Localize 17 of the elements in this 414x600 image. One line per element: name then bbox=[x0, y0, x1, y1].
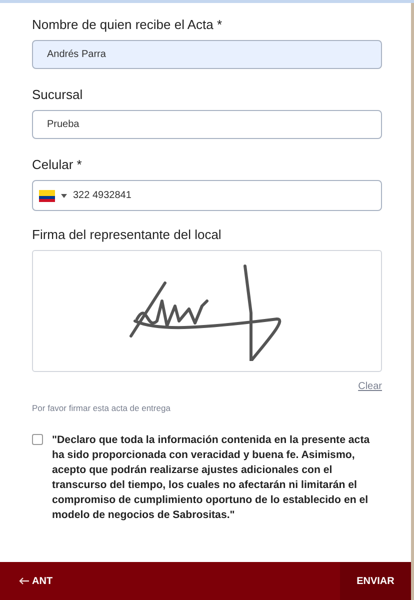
text-field[interactable]: Andrés Parra bbox=[32, 40, 382, 69]
arrow-left-icon bbox=[19, 577, 29, 585]
declaration-text: "Declaro que toda la información contenida en la presente acta ha sido proporcionada con veracidad y buena fe. Asimismo, acepto que podrán realizarse ajustes adicionales con el transcurso del tiempo, los cuales no afectarán ni limitarán el compromiso de cumplimiento oportuno de lo establecido en el modelo de negocios de Sabrositas." bbox=[52, 433, 371, 523]
text-field[interactable]: Prueba bbox=[32, 110, 382, 139]
phone-field[interactable]: 322 4932841 bbox=[32, 180, 382, 211]
clear-link[interactable]: Clear bbox=[358, 381, 382, 392]
field-label: Nombre de quien recibe el Acta * bbox=[32, 17, 224, 32]
back-button[interactable]: ANT bbox=[0, 562, 72, 600]
caret-icon[interactable] bbox=[61, 194, 67, 198]
submit-button[interactable]: ENVIAR bbox=[340, 562, 411, 600]
field-label: Sucursal bbox=[32, 87, 84, 102]
signature-hint: Por favor firmar esta acta de entrega bbox=[32, 403, 172, 413]
signature-pad[interactable] bbox=[32, 250, 382, 372]
flag-icon bbox=[39, 190, 55, 202]
field-label: Firma del representante del local bbox=[32, 227, 222, 242]
checkbox[interactable] bbox=[32, 434, 43, 445]
field-label: Celular * bbox=[32, 157, 83, 172]
